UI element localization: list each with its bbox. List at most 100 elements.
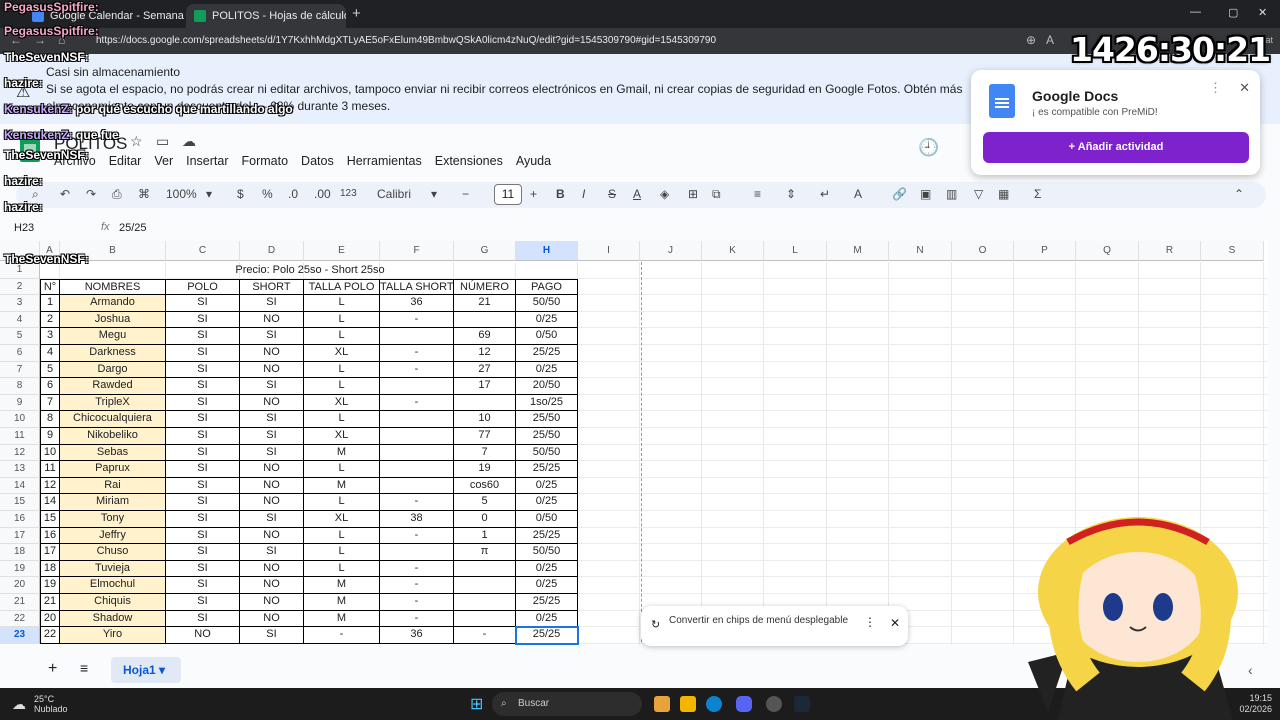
table-cell[interactable]: SI	[166, 361, 240, 379]
table-cell[interactable]: 19	[454, 461, 516, 478]
row-header[interactable]: 10	[0, 411, 40, 428]
table-cell[interactable]: M	[304, 577, 380, 594]
table-cell[interactable]: SI	[166, 295, 240, 312]
row-header[interactable]: 5	[0, 328, 40, 345]
row-header[interactable]: 8	[0, 378, 40, 395]
row-header[interactable]: 11	[0, 428, 40, 445]
table-cell[interactable]: 5	[454, 494, 516, 511]
table-header-cell[interactable]: N°	[40, 278, 60, 296]
table-cell[interactable]: 7	[40, 394, 60, 412]
table-cell[interactable]: 50/50	[516, 444, 578, 462]
table-cell[interactable]: Joshua	[60, 311, 166, 329]
text-wrap-icon[interactable]: ↵	[820, 187, 830, 201]
tab-politos[interactable]: POLITOS - Hojas de cálculo de Go... ✕	[186, 4, 346, 28]
table-cell[interactable]: 21	[454, 295, 516, 312]
align-horizontal-icon[interactable]: ≡	[754, 187, 761, 201]
table-cell[interactable]: 0/50	[516, 511, 578, 528]
currency-format-button[interactable]: $	[237, 187, 244, 201]
table-cell[interactable]: L	[304, 295, 380, 312]
redo-icon[interactable]: ↷	[86, 187, 96, 201]
table-cell[interactable]: 7	[454, 444, 516, 462]
star-icon[interactable]: ☆	[130, 133, 143, 150]
table-cell[interactable]: NO	[240, 311, 304, 329]
add-activity-button[interactable]: + Añadir actividad	[983, 132, 1249, 163]
text-color-icon[interactable]: A	[633, 187, 641, 201]
table-header-cell[interactable]: NÚMERO	[454, 278, 516, 296]
table-cell[interactable]	[380, 378, 454, 395]
table-cell[interactable]: SI	[166, 544, 240, 561]
add-sheet-icon[interactable]: +	[48, 660, 57, 678]
merge-cells-icon[interactable]: ⧉	[712, 187, 721, 202]
table-header-cell[interactable]: PAGO	[516, 278, 578, 296]
table-cell[interactable]: 0/25	[516, 560, 578, 578]
table-cell[interactable]: XL	[304, 394, 380, 412]
cloud-status-icon[interactable]: ☁	[182, 133, 196, 150]
table-cell[interactable]: XL	[304, 428, 380, 445]
align-vertical-icon[interactable]: ⇕	[786, 187, 796, 201]
menu-item[interactable]: Herramientas	[347, 154, 422, 168]
maximize-icon[interactable]: ▢	[1228, 6, 1238, 19]
file-explorer-icon[interactable]	[654, 696, 670, 712]
folder-icon[interactable]	[680, 696, 696, 712]
row-header[interactable]: 21	[0, 594, 40, 611]
table-cell[interactable]: Chiquis	[60, 594, 166, 611]
table-cell[interactable]: 0/25	[516, 577, 578, 594]
table-cell[interactable]: NO	[240, 560, 304, 578]
table-cell[interactable]: SI	[240, 444, 304, 462]
table-header-cell[interactable]: SHORT	[240, 278, 304, 296]
table-cell[interactable]: L	[304, 378, 380, 395]
table-cell[interactable]: SI	[166, 328, 240, 345]
table-cell[interactable]: SI	[240, 627, 304, 644]
table-cell[interactable]: 27	[454, 361, 516, 379]
table-cell[interactable]: NO	[240, 610, 304, 628]
collapse-toolbar-icon[interactable]: ⌃	[1234, 187, 1244, 201]
table-cell[interactable]: SI	[166, 428, 240, 445]
table-cell[interactable]: 3	[40, 328, 60, 345]
undo-icon[interactable]: ↶	[60, 187, 70, 201]
table-cell[interactable]: SI	[166, 378, 240, 395]
text-rotation-icon[interactable]: A	[854, 187, 862, 201]
table-cell[interactable]: 12	[454, 345, 516, 362]
insert-chart-icon[interactable]: ▥	[946, 187, 957, 201]
column-header[interactable]: M	[827, 241, 889, 261]
more-options-icon[interactable]: ⋮	[1209, 80, 1222, 96]
table-cell[interactable]: -	[380, 577, 454, 594]
table-cell[interactable]: NO	[240, 361, 304, 379]
italic-icon[interactable]: I	[582, 187, 585, 201]
table-cell[interactable]: Rai	[60, 477, 166, 495]
table-cell[interactable]: -	[380, 394, 454, 412]
table-cell[interactable]: -	[380, 610, 454, 628]
table-cell[interactable]: -	[380, 311, 454, 329]
more-options-icon[interactable]: ⋮	[864, 615, 876, 629]
table-cell[interactable]: M	[304, 594, 380, 611]
formula-input[interactable]: 25/25	[119, 222, 147, 234]
table-cell[interactable]: cos60	[454, 477, 516, 495]
translate-icon[interactable]: A	[1046, 33, 1054, 47]
table-cell[interactable]: SI	[240, 428, 304, 445]
table-cell[interactable]: 0/25	[516, 610, 578, 628]
table-cell[interactable]: 17	[40, 544, 60, 561]
column-header[interactable]: P	[1014, 241, 1076, 261]
table-cell[interactable]: 25/25	[516, 527, 578, 545]
table-cell[interactable]: L	[304, 461, 380, 478]
table-cell[interactable]: Tuvieja	[60, 560, 166, 578]
table-cell[interactable]: -	[304, 627, 380, 644]
table-cell[interactable]: TripleX	[60, 394, 166, 412]
chevron-down-icon[interactable]: ▾	[206, 187, 212, 201]
taskbar-search[interactable]: ⌕ Buscar	[492, 692, 642, 716]
table-cell[interactable]: SI	[166, 394, 240, 412]
table-cell[interactable]: -	[380, 560, 454, 578]
table-header-cell[interactable]: TALLA SHORT	[380, 278, 454, 296]
table-cell[interactable]: 25/50	[516, 428, 578, 445]
column-header[interactable]: G	[454, 241, 516, 261]
table-cell[interactable]: Chuso	[60, 544, 166, 561]
table-cell[interactable]: Dargo	[60, 361, 166, 379]
table-cell[interactable]: L	[304, 544, 380, 561]
row-header[interactable]: 20	[0, 577, 40, 594]
table-cell[interactable]: 18	[40, 560, 60, 578]
table-cell[interactable]: Jeffry	[60, 527, 166, 545]
number-format-button[interactable]: 123	[340, 188, 357, 199]
table-cell[interactable]: 15	[40, 511, 60, 528]
row-header[interactable]: 22	[0, 610, 40, 628]
table-header-cell[interactable]: POLO	[166, 278, 240, 296]
